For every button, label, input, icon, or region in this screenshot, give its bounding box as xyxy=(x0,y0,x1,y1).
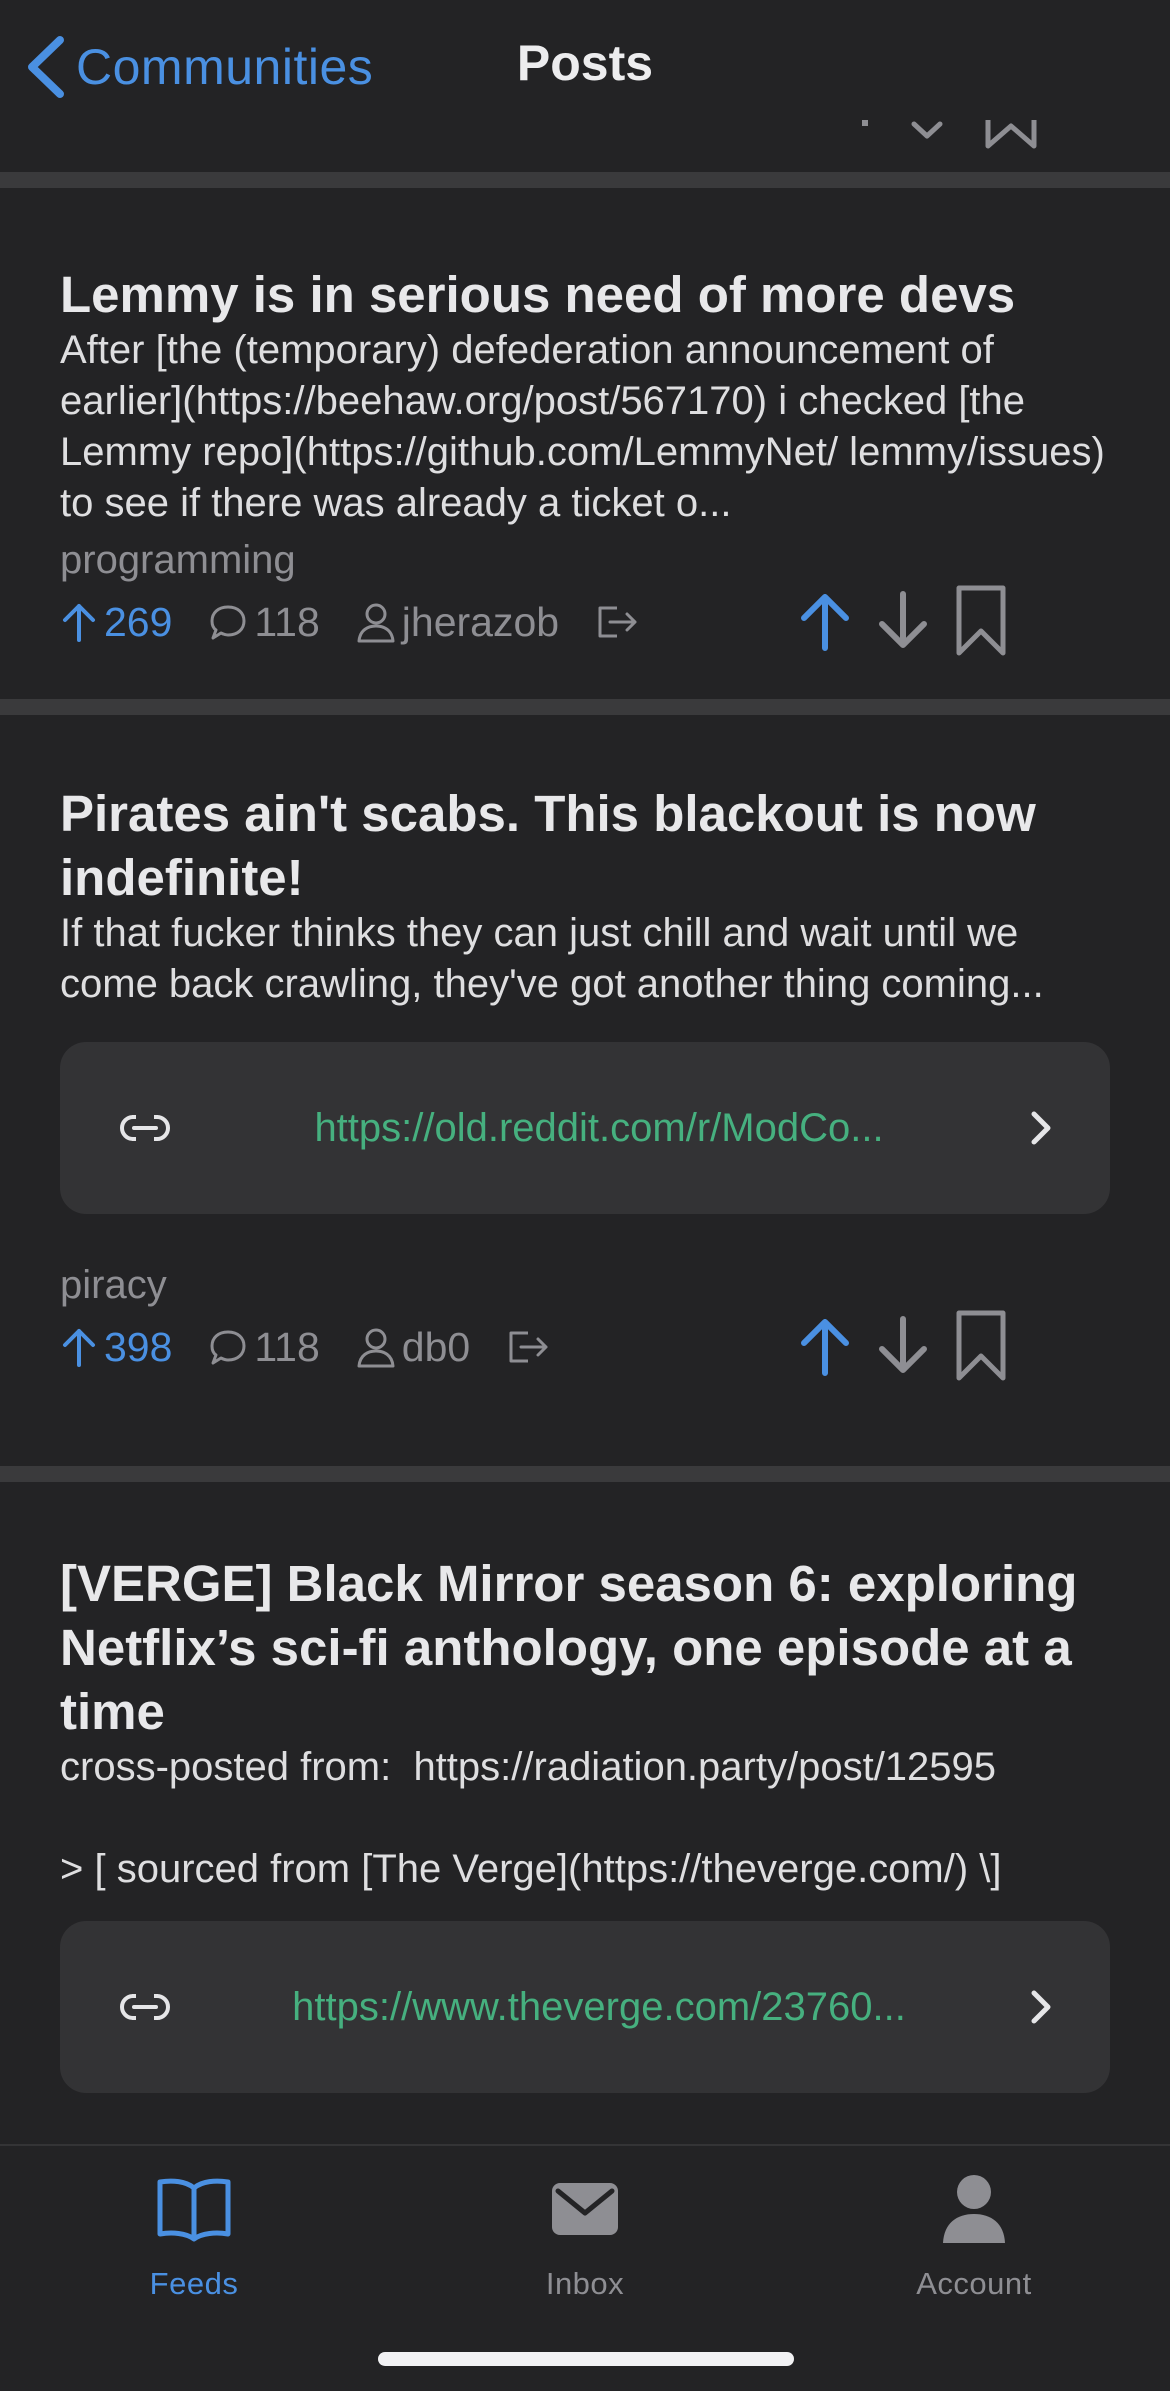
post-feed: Lemmy is in serious need of more devs Af… xyxy=(0,172,1170,2202)
post-card[interactable]: Pirates ain't scabs. This blackout is no… xyxy=(0,715,1170,1466)
person-icon xyxy=(357,603,395,643)
bookmark-button[interactable] xyxy=(952,1310,1010,1382)
post-body: After [the (temporary) defederation anno… xyxy=(60,328,1116,525)
posts-screen: Communities Posts Lemmy is in serious ne… xyxy=(0,0,1170,2391)
link-preview[interactable]: https://old.reddit.com/r/ModCo... xyxy=(60,1042,1110,1214)
upvote-button[interactable] xyxy=(796,1310,854,1382)
arrow-up-icon xyxy=(63,604,95,642)
post-body: If that fucker thinks they can just chil… xyxy=(60,911,1044,1006)
link-icon xyxy=(120,1113,170,1143)
post-separator xyxy=(0,172,1170,188)
arrow-down-icon xyxy=(879,1316,927,1373)
post-separator xyxy=(0,1466,1170,1482)
link-icon xyxy=(120,1992,170,2022)
comment-icon xyxy=(210,605,246,640)
arrow-up-icon xyxy=(801,594,849,651)
arrow-up-icon xyxy=(63,1329,95,1367)
arrow-up-icon xyxy=(801,1319,849,1376)
chevron-right-icon xyxy=(1031,1111,1051,1145)
post-community[interactable]: programming xyxy=(60,535,1110,585)
bookmark-icon[interactable] xyxy=(984,120,1038,150)
post-score: 269 xyxy=(60,599,172,646)
link-url: https://old.reddit.com/r/ModCo... xyxy=(314,1105,884,1150)
share-icon[interactable] xyxy=(595,602,645,642)
post-meta: 398 118 db0 xyxy=(60,1310,1110,1382)
previous-post-actions xyxy=(860,120,1038,150)
link-url: https://www.theverge.com/23760... xyxy=(292,1984,906,2029)
arrow-down-icon xyxy=(879,591,927,648)
vote-actions xyxy=(796,585,1010,657)
person-icon xyxy=(357,1328,395,1368)
chevron-right-icon xyxy=(1031,1990,1051,2024)
post-score: 398 xyxy=(60,1324,172,1371)
post-title[interactable]: Pirates ain't scabs. This blackout is no… xyxy=(60,782,1110,910)
upvote-button[interactable] xyxy=(796,585,854,657)
nav-header: Communities Posts xyxy=(0,0,1170,172)
post-title[interactable]: Lemmy is in serious need of more devs xyxy=(60,263,1110,327)
post-author[interactable]: db0 xyxy=(356,1324,470,1371)
comment-icon xyxy=(210,1330,246,1365)
post-comments: 118 xyxy=(208,1324,320,1371)
post-separator xyxy=(0,699,1170,715)
post-title[interactable]: [VERGE] Black Mirror season 6: exploring… xyxy=(60,1552,1110,1744)
envelope-icon xyxy=(550,2164,620,2254)
post-body: cross-posted from: https://radiation.par… xyxy=(60,1745,1002,1891)
home-indicator[interactable] xyxy=(378,2352,794,2366)
vote-actions xyxy=(796,1310,1010,1382)
post-meta: 269 118 jherazob xyxy=(60,585,1110,657)
post-community[interactable]: piracy xyxy=(60,1260,1110,1310)
share-icon[interactable] xyxy=(506,1327,556,1367)
tab-feeds[interactable]: Feeds xyxy=(74,2164,314,2314)
bookmark-icon xyxy=(956,585,1006,656)
tab-inbox[interactable]: Inbox xyxy=(465,2164,705,2314)
post-card[interactable]: [VERGE] Black Mirror season 6: exploring… xyxy=(0,1482,1170,2202)
link-preview[interactable]: https://www.theverge.com/23760... xyxy=(60,1921,1110,2093)
downvote-icon[interactable] xyxy=(910,120,944,150)
person-icon xyxy=(941,2164,1007,2254)
post-card[interactable]: Lemmy is in serious need of more devs Af… xyxy=(0,188,1170,699)
page-title: Posts xyxy=(516,35,654,91)
bookmark-icon xyxy=(956,1310,1006,1381)
book-icon xyxy=(156,2164,232,2254)
dot-icon xyxy=(862,120,868,126)
downvote-button[interactable] xyxy=(874,1310,932,1382)
post-author[interactable]: jherazob xyxy=(356,599,559,646)
bookmark-button[interactable] xyxy=(952,585,1010,657)
downvote-button[interactable] xyxy=(874,585,932,657)
post-comments: 118 xyxy=(208,599,320,646)
tab-account[interactable]: Account xyxy=(854,2164,1094,2314)
